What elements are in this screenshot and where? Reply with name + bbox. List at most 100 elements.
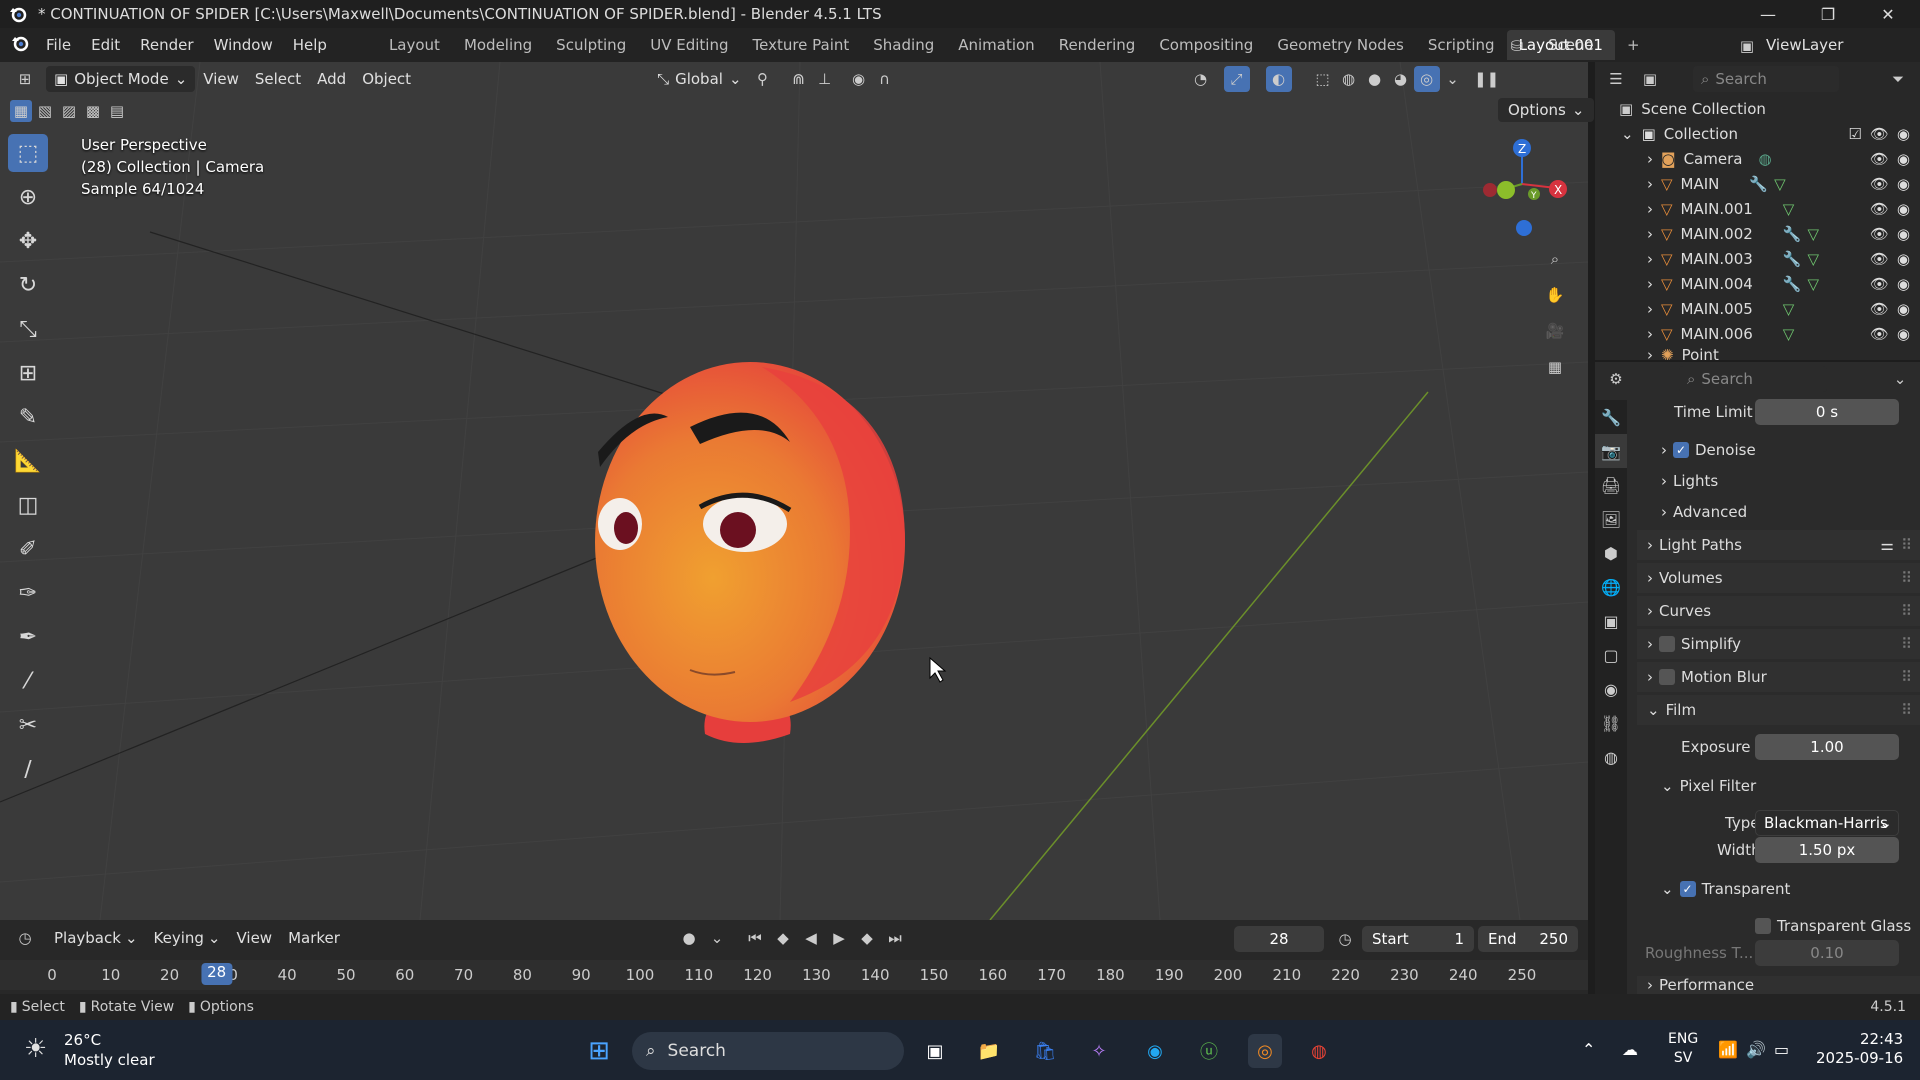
expand-chevron-icon[interactable]: ›	[1647, 635, 1653, 653]
rendered-shading-icon[interactable]: ◎	[1413, 66, 1440, 92]
fill-icon[interactable]: ✑	[8, 574, 48, 612]
jump-keyframe-back-icon[interactable]: ◆	[770, 925, 796, 951]
xray-icon[interactable]: ⬚	[1310, 66, 1336, 92]
camera-render-icon[interactable]: ◉	[1897, 300, 1910, 318]
select-new-icon[interactable]: ▦	[10, 100, 32, 122]
properties-search-input[interactable]: ⌕ Search	[1679, 366, 1827, 392]
auto-keying-icon[interactable]: ●	[676, 925, 702, 951]
exposure-field[interactable]: 1.00	[1755, 734, 1899, 760]
maximize-button[interactable]: ❐	[1800, 0, 1856, 28]
camera-render-icon[interactable]: ◉	[1897, 250, 1910, 268]
outliner-item-main-005[interactable]: › ▽ MAIN.005 ▽ 👁 ◉	[1595, 296, 1920, 321]
collapse-chevron-icon[interactable]: ⌄	[1661, 880, 1674, 898]
jump-start-icon[interactable]: ⏮	[742, 925, 768, 951]
transparent-panel[interactable]: ⌄ ✓ Transparent	[1637, 874, 1920, 904]
move-icon[interactable]: ✥	[8, 222, 48, 260]
filter-icon[interactable]: ⏷	[1885, 66, 1911, 92]
render-tab-icon[interactable]: 📷	[1595, 434, 1627, 468]
data-tab-icon[interactable]: ◍	[1595, 740, 1627, 774]
performance-panel[interactable]: › Performance	[1637, 976, 1920, 994]
expand-chevron-icon[interactable]: ›	[1647, 200, 1653, 218]
transparent-glass-row[interactable]: Transparent Glass	[1637, 911, 1920, 941]
motion-blur-checkbox[interactable]	[1659, 669, 1675, 685]
eye-icon[interactable]: 👁	[1870, 150, 1889, 168]
line-icon[interactable]: ∕	[8, 750, 48, 788]
camera-render-icon[interactable]: ◉	[1897, 150, 1910, 168]
proportional-edit-icon[interactable]: ◉	[846, 66, 872, 92]
wireframe-shading-icon[interactable]: ◍	[1336, 66, 1362, 92]
time-limit-field[interactable]: 0 s	[1755, 399, 1899, 425]
rotate-icon[interactable]: ↻	[8, 266, 48, 304]
menu-render[interactable]: Render	[130, 36, 203, 54]
tab-animation[interactable]: Animation	[946, 30, 1046, 60]
outliner-item-main-002[interactable]: › ▽ MAIN.002 🔧 ▽ 👁 ◉	[1595, 221, 1920, 246]
outliner-item-main[interactable]: › ▽ MAIN 🔧 ▽ 👁 ◉	[1595, 171, 1920, 196]
object-tab-icon[interactable]: ▢	[1595, 638, 1627, 672]
eye-icon[interactable]: 👁	[1870, 250, 1889, 268]
world-tab-icon[interactable]: 🌐	[1595, 570, 1627, 604]
tab-sculpting[interactable]: Sculpting	[544, 30, 638, 60]
expand-chevron-icon[interactable]: ›	[1647, 250, 1653, 268]
gizmo-icon[interactable]: ⤢	[1223, 66, 1250, 92]
simplify-panel[interactable]: › Simplify ⠿	[1637, 629, 1920, 659]
keying-set-icon[interactable]: ⌄	[704, 925, 730, 951]
properties-editor-type-icon[interactable]: ⚙	[1603, 366, 1629, 392]
expand-chevron-icon[interactable]: ›	[1647, 325, 1653, 343]
expand-chevron-icon[interactable]: ›	[1661, 472, 1667, 490]
visibility-icon[interactable]: ◔	[1188, 66, 1214, 92]
denoise-panel[interactable]: › ✓ Denoise	[1637, 435, 1920, 465]
scale-icon[interactable]: ⤡	[8, 310, 48, 348]
view-layer-icon[interactable]: ▣	[1734, 33, 1760, 59]
expand-chevron-icon[interactable]: ›	[1661, 503, 1667, 521]
snap-icon[interactable]: ⋒	[786, 66, 812, 92]
scene-tab-icon[interactable]: ⬢	[1595, 536, 1627, 570]
mode-dropdown[interactable]: ▣ Object Mode ⌄	[46, 66, 196, 92]
navigation-gizmo[interactable]: Z X Y	[1472, 134, 1582, 244]
upwork-icon[interactable]: ⓤ	[1192, 1034, 1226, 1068]
input-language[interactable]: ENG SV	[1668, 1030, 1698, 1068]
film-panel[interactable]: ⌄ Film ⠿	[1637, 695, 1920, 725]
collapse-chevron-icon[interactable]: ⌄	[1661, 777, 1674, 795]
annotate-icon[interactable]: ✎	[8, 398, 48, 436]
orientation-dropdown[interactable]: ⤡ Global ⌄	[649, 66, 749, 92]
output-tab-icon[interactable]: 🖨	[1595, 468, 1627, 502]
collapse-chevron-icon[interactable]: ⌄	[1647, 701, 1660, 719]
editor-type-icon[interactable]: ⊞	[12, 66, 38, 92]
expand-chevron-icon[interactable]: ›	[1647, 175, 1653, 193]
clock[interactable]: 22:43 2025-09-16	[1816, 1030, 1903, 1068]
menu-edit[interactable]: Edit	[81, 36, 130, 54]
expand-chevron-icon[interactable]: ›	[1647, 602, 1653, 620]
add-workspace-button[interactable]: +	[1615, 30, 1652, 60]
overlay-icon[interactable]: ◐	[1265, 66, 1292, 92]
menu-file[interactable]: File	[36, 36, 81, 54]
expand-chevron-icon[interactable]: ›	[1647, 300, 1653, 318]
microsoft-store-icon[interactable]: 🛍	[1028, 1034, 1062, 1068]
tab-compositing[interactable]: Compositing	[1147, 30, 1265, 60]
checkbox-icon[interactable]: ☑	[1848, 125, 1861, 143]
expand-chevron-icon[interactable]: ›	[1647, 346, 1653, 360]
erase-icon[interactable]: ✒	[8, 618, 48, 656]
falloff-icon[interactable]: ∩	[872, 66, 898, 92]
scene-collection-row[interactable]: ▣ Scene Collection	[1595, 96, 1920, 121]
advanced-panel[interactable]: › Advanced	[1637, 497, 1920, 527]
expand-chevron-icon[interactable]: ›	[1647, 275, 1653, 293]
preview-range-icon[interactable]: ◷	[1332, 926, 1358, 952]
current-frame-field[interactable]: 28	[1234, 926, 1324, 952]
keying-menu[interactable]: Keying ⌄	[146, 925, 229, 951]
volume-icon[interactable]: 🔊	[1746, 1040, 1766, 1059]
playhead-current-frame[interactable]: 28	[201, 963, 233, 985]
pan-hand-icon[interactable]: ✋	[1542, 282, 1568, 308]
eye-icon[interactable]: 👁	[1870, 300, 1889, 318]
volumes-panel[interactable]: › Volumes ⠿	[1637, 563, 1920, 593]
play-reverse-icon[interactable]: ◀	[798, 925, 824, 951]
camera-render-icon[interactable]: ◉	[1897, 325, 1910, 343]
menu-object[interactable]: Object	[354, 66, 419, 92]
tint-icon[interactable]: ⁄	[8, 662, 48, 700]
scene-name[interactable]: Scene	[1548, 36, 1594, 54]
copilot-icon[interactable]: ✧	[1082, 1034, 1116, 1068]
tab-texture-paint[interactable]: Texture Paint	[740, 30, 861, 60]
roughness-field[interactable]: 0.10	[1755, 940, 1899, 966]
edge-browser-icon[interactable]: ◉	[1138, 1034, 1172, 1068]
outliner-search-input[interactable]: ⌕ Search	[1693, 66, 1839, 92]
camera-render-icon[interactable]: ◉	[1897, 200, 1910, 218]
